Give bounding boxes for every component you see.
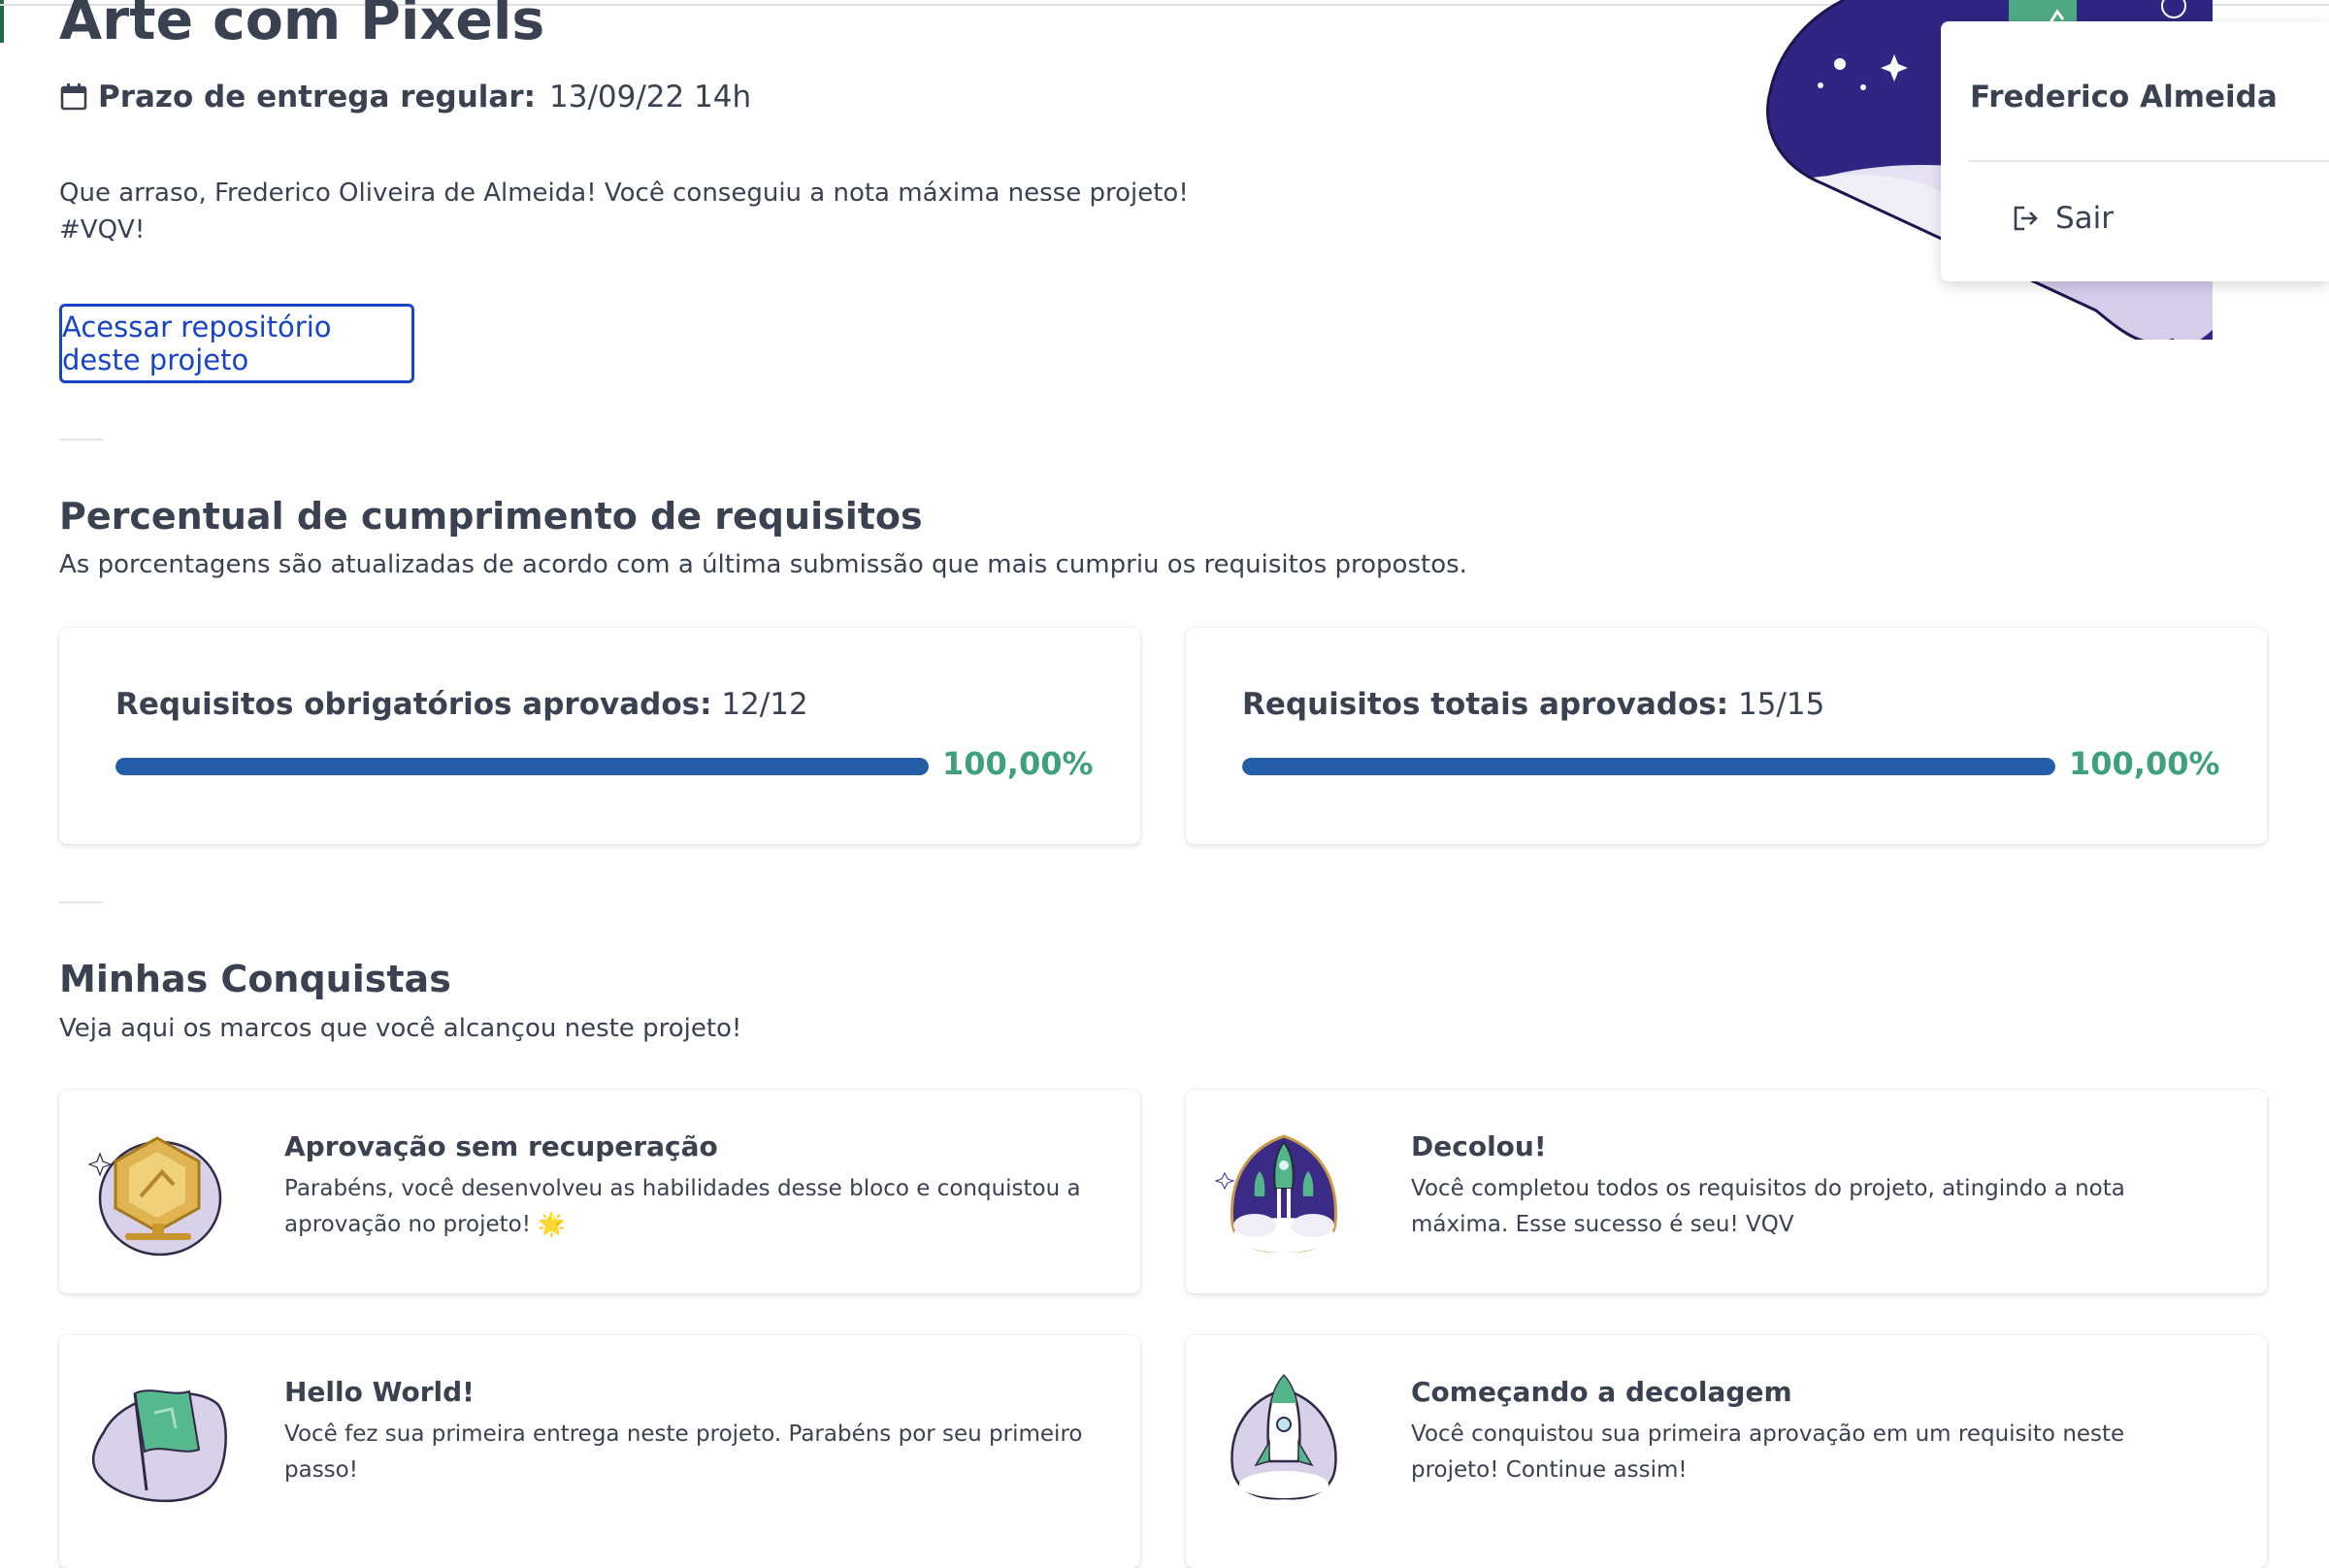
achievement-card: Decolou! Você completou todos os requisi… xyxy=(1186,1090,2267,1293)
section-divider xyxy=(59,439,103,441)
requirements-title: Percentual de cumprimento de requisitos xyxy=(59,495,923,538)
achievement-card: Começando a decolagem Você conquistou su… xyxy=(1186,1335,2267,1568)
achievement-title: Hello World! xyxy=(284,1376,475,1408)
achievements-title: Minhas Conquistas xyxy=(59,958,451,1000)
achievement-card: Hello World! Você fez sua primeira entre… xyxy=(59,1335,1140,1568)
total-progress-fill xyxy=(1242,758,2055,775)
total-requirements-card: Requisitos totais aprovados: 15/15 100,0… xyxy=(1186,628,2267,844)
project-page: Arte com Pixels Prazo de entrega regular… xyxy=(0,0,2329,1568)
mandatory-percent: 100,00% xyxy=(942,745,1094,782)
rocket-icon xyxy=(1230,1374,1337,1500)
user-name: Frederico Almeida xyxy=(1970,80,2278,114)
rockets-launch-icon xyxy=(1214,1134,1337,1253)
achievement-description: Você fez sua primeira entrega neste proj… xyxy=(284,1421,1083,1483)
total-progress-bar xyxy=(1242,758,2055,775)
sidebar-edge xyxy=(0,0,4,43)
requirements-subtitle: As porcentagens são atualizadas de acord… xyxy=(59,550,1467,579)
deadline: Prazo de entrega regular: 13/09/22 14h xyxy=(59,78,751,116)
achievement-title: Aprovação sem recuperação xyxy=(284,1130,718,1162)
total-label-text: Requisitos totais aprovados: xyxy=(1242,687,1729,722)
logout-button[interactable]: Sair xyxy=(2011,196,2114,241)
achievement-title: Começando a decolagem xyxy=(1411,1376,1792,1408)
achievement-card: Aprovação sem recuperação Parabéns, você… xyxy=(59,1090,1140,1293)
achievements-subtitle: Veja aqui os marcos que você alcançou ne… xyxy=(59,1014,742,1043)
total-requirements-label: Requisitos totais aprovados: 15/15 xyxy=(1242,687,1824,722)
mandatory-requirements-card: Requisitos obrigatórios aprovados: 12/12… xyxy=(59,628,1140,844)
achievement-title: Decolou! xyxy=(1411,1130,1547,1162)
achievement-description: Você completou todos os requisitos do pr… xyxy=(1411,1176,2125,1237)
achievement-description: Parabéns, você desenvolveu as habilidade… xyxy=(284,1176,1081,1237)
congrats-message: Que arraso, Frederico Oliveira de Almeid… xyxy=(59,175,1189,248)
gold-medal-icon xyxy=(87,1136,222,1257)
repository-button[interactable]: Acessar repositório deste projeto xyxy=(59,304,414,383)
section-divider xyxy=(59,901,103,903)
user-menu-dropdown: Frederico Almeida Sair xyxy=(1941,21,2329,281)
mandatory-count: 12/12 xyxy=(721,687,808,722)
mandatory-progress-fill xyxy=(115,758,929,775)
total-percent: 100,00% xyxy=(2069,745,2220,782)
congrats-line-2: #VQV! xyxy=(59,215,146,245)
deadline-value: 13/09/22 14h xyxy=(549,80,752,114)
total-count: 15/15 xyxy=(1737,687,1825,722)
calendar-icon xyxy=(60,83,87,111)
achievement-description: Você conquistou sua primeira aprovação e… xyxy=(1411,1421,2125,1483)
logout-icon xyxy=(2014,206,2038,231)
congrats-line-1: Que arraso, Frederico Oliveira de Almeid… xyxy=(59,179,1189,208)
menu-divider xyxy=(1968,160,2329,162)
deadline-label: Prazo de entrega regular: xyxy=(98,80,536,114)
logout-label: Sair xyxy=(2055,201,2115,236)
mandatory-label-text: Requisitos obrigatórios aprovados: xyxy=(115,687,712,722)
green-flag-icon xyxy=(92,1389,227,1503)
project-title: Arte com Pixels xyxy=(59,0,545,52)
mandatory-requirements-label: Requisitos obrigatórios aprovados: 12/12 xyxy=(115,687,808,722)
mandatory-progress-bar xyxy=(115,758,929,775)
